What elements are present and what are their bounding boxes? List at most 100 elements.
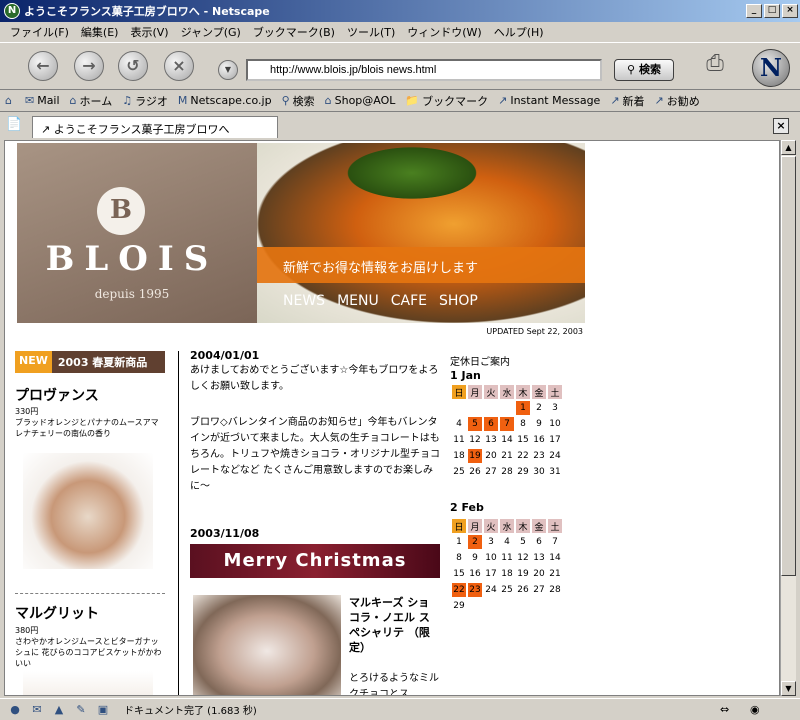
personal-toolbar: ⌂ ✉ Mail ⌂ ホーム ♫ ラジオ M Netscape.co.jp ⚲ 検索 ⌂ S…	[0, 90, 800, 112]
calendar-day	[468, 401, 482, 415]
calendar-day: 25	[453, 467, 465, 477]
calendar-day: 24	[549, 451, 561, 461]
menu-help[interactable]: ヘルプ(H)	[488, 24, 550, 40]
back-button[interactable]: ←	[28, 51, 58, 81]
forward-button[interactable]: →	[74, 51, 104, 81]
nav-news[interactable]: NEWS	[283, 293, 325, 309]
shop-icon: ⌂	[324, 94, 332, 107]
calendar-holiday: 5	[468, 417, 482, 431]
menu-bookmarks[interactable]: ブックマーク(B)	[247, 24, 341, 40]
tab-blois[interactable]: ↗ ようこそフランス菓子工房ブロワへ	[32, 116, 278, 138]
calendar-day: 10	[485, 553, 497, 563]
christmas-banner: Merry Christmas	[190, 544, 440, 578]
menu-tools[interactable]: ツール(T)	[341, 24, 401, 40]
maximize-button[interactable]: □	[764, 4, 780, 18]
menu-bar: ファイル(F) 編集(E) 表示(V) ジャンプ(G) ブックマーク(B) ツー…	[0, 22, 800, 42]
mail-icon[interactable]: ✉	[28, 703, 46, 717]
calendar-holiday: 6	[484, 417, 498, 431]
new-label: NEW	[15, 351, 52, 373]
close-window-button[interactable]: ×	[782, 4, 798, 18]
calendar-holiday: 7	[500, 417, 514, 431]
security-lock-icon[interactable]: ◉	[750, 703, 760, 716]
netscape-logo-icon[interactable]: N	[752, 49, 790, 87]
nav-shop[interactable]: SHOP	[439, 293, 478, 309]
history-dropdown-button[interactable]: ▼	[218, 60, 238, 80]
bookmark-mail[interactable]: ✉ Mail	[20, 94, 65, 107]
online-icon[interactable]: ⇔	[720, 703, 729, 716]
scroll-thumb[interactable]	[781, 156, 796, 576]
nav-cafe[interactable]: CAFE	[391, 293, 427, 309]
scroll-down-button[interactable]: ▼	[781, 681, 796, 696]
page-icon: ↗	[41, 123, 54, 136]
bookmark-home[interactable]: ⌂ ホーム	[65, 93, 118, 109]
calendar-day: 19	[517, 569, 529, 579]
navigator-icon[interactable]: ●	[6, 703, 24, 717]
close-tab-button[interactable]: ×	[773, 118, 789, 134]
menu-window[interactable]: ウィンドウ(W)	[401, 24, 487, 40]
calendar-day: 28	[501, 467, 513, 477]
calendar-month: 1 Jan	[450, 369, 481, 382]
reload-button[interactable]: ↺	[118, 51, 148, 81]
bookmark-recommend[interactable]: ↗ お勧め	[650, 93, 705, 109]
magnifier-icon: ⚲	[281, 94, 290, 107]
weekday-header: 日	[452, 385, 466, 399]
cake-description: とろけるようなミルクチョコとス	[349, 673, 439, 696]
nav-menu[interactable]: MENU	[337, 293, 379, 309]
calendar-day: 25	[501, 585, 513, 595]
post-date: 2004/01/01	[190, 349, 260, 362]
tagline: 新鮮でお得な情報をお届けします	[257, 247, 585, 283]
product-image[interactable]	[23, 671, 153, 695]
product-name[interactable]: プロヴァンス	[15, 385, 99, 405]
weekday-header: 日	[452, 519, 466, 533]
calendar-day: 12	[517, 553, 529, 563]
print-icon[interactable]: ⎙	[700, 51, 730, 79]
stop-button[interactable]: ×	[164, 51, 194, 81]
bookmark-netscape[interactable]: M Netscape.co.jp	[173, 94, 277, 107]
calendar-day: 15	[453, 569, 465, 579]
new-tab-icon[interactable]: 📄	[6, 117, 24, 135]
calendar-day	[468, 599, 482, 613]
calendar-day: 12	[469, 435, 481, 445]
calendar-day: 26	[517, 585, 529, 595]
hero-banner: B BLOIS depuis 1995 新鮮でお得な情報をお届けします NEWS…	[17, 143, 585, 323]
brand-since: depuis 1995	[94, 287, 170, 301]
calendar-day: 24	[485, 585, 497, 595]
menu-file[interactable]: ファイル(F)	[4, 24, 75, 40]
calendar-day: 2	[536, 403, 542, 413]
menu-go[interactable]: ジャンプ(G)	[175, 24, 247, 40]
menu-edit[interactable]: 編集(E)	[75, 24, 125, 40]
bookmark-new[interactable]: ↗ 新着	[605, 93, 649, 109]
bookmark-shop-aol[interactable]: ⌂ Shop@AOL	[320, 94, 401, 107]
brand-name: BLOIS	[45, 239, 219, 279]
calendar-day: 22	[517, 451, 529, 461]
aim-icon[interactable]: ▲	[50, 703, 68, 717]
search-button-label: 検索	[638, 63, 661, 76]
bookmark-radio[interactable]: ♫ ラジオ	[117, 93, 173, 109]
product-description: さわやかオレンジムースとビターガナッシュに 花びらのココアビスケットがかわいい	[15, 637, 162, 668]
calendar-day: 1	[456, 537, 462, 547]
home-tab-icon[interactable]: ⌂	[0, 94, 20, 107]
cake-image[interactable]	[193, 595, 341, 695]
calendar-day	[484, 599, 498, 613]
vertical-scrollbar[interactable]: ▲ ▼	[780, 140, 796, 696]
composer-icon[interactable]: ✎	[72, 703, 90, 717]
bookmark-bookmarks[interactable]: 📁 ブックマーク	[400, 93, 493, 109]
product-price: 380円	[15, 626, 39, 635]
calendar-day: 28	[549, 585, 561, 595]
calendar-day: 27	[533, 585, 545, 595]
url-input[interactable]: http://www.blois.jp/blois news.html	[246, 59, 602, 81]
calendar-holiday: 22	[452, 583, 466, 597]
calendar-day: 18	[501, 569, 513, 579]
netscape-app-icon: N	[4, 3, 20, 19]
minimize-button[interactable]: _	[746, 4, 762, 18]
calendar-january: 日月火水木金土 1 2 3 4 5 6 7 8 9 10 11 12 13 14 15 16 17 18 19 20 21…	[450, 383, 564, 481]
product-image[interactable]	[23, 453, 153, 569]
menu-view[interactable]: 表示(V)	[124, 24, 174, 40]
scroll-up-button[interactable]: ▲	[781, 140, 796, 155]
bookmark-instant-message[interactable]: ↗ Instant Message	[493, 94, 605, 107]
search-button[interactable]: ⚲ 検索	[614, 59, 674, 81]
product-name[interactable]: マルグリット	[15, 603, 99, 623]
address-book-icon[interactable]: ▣	[94, 703, 112, 717]
cake-title: マルキーズ ショコラ・ノエル スペシャリテ （限定）	[349, 596, 430, 654]
bookmark-search[interactable]: ⚲ 検索	[277, 93, 320, 109]
